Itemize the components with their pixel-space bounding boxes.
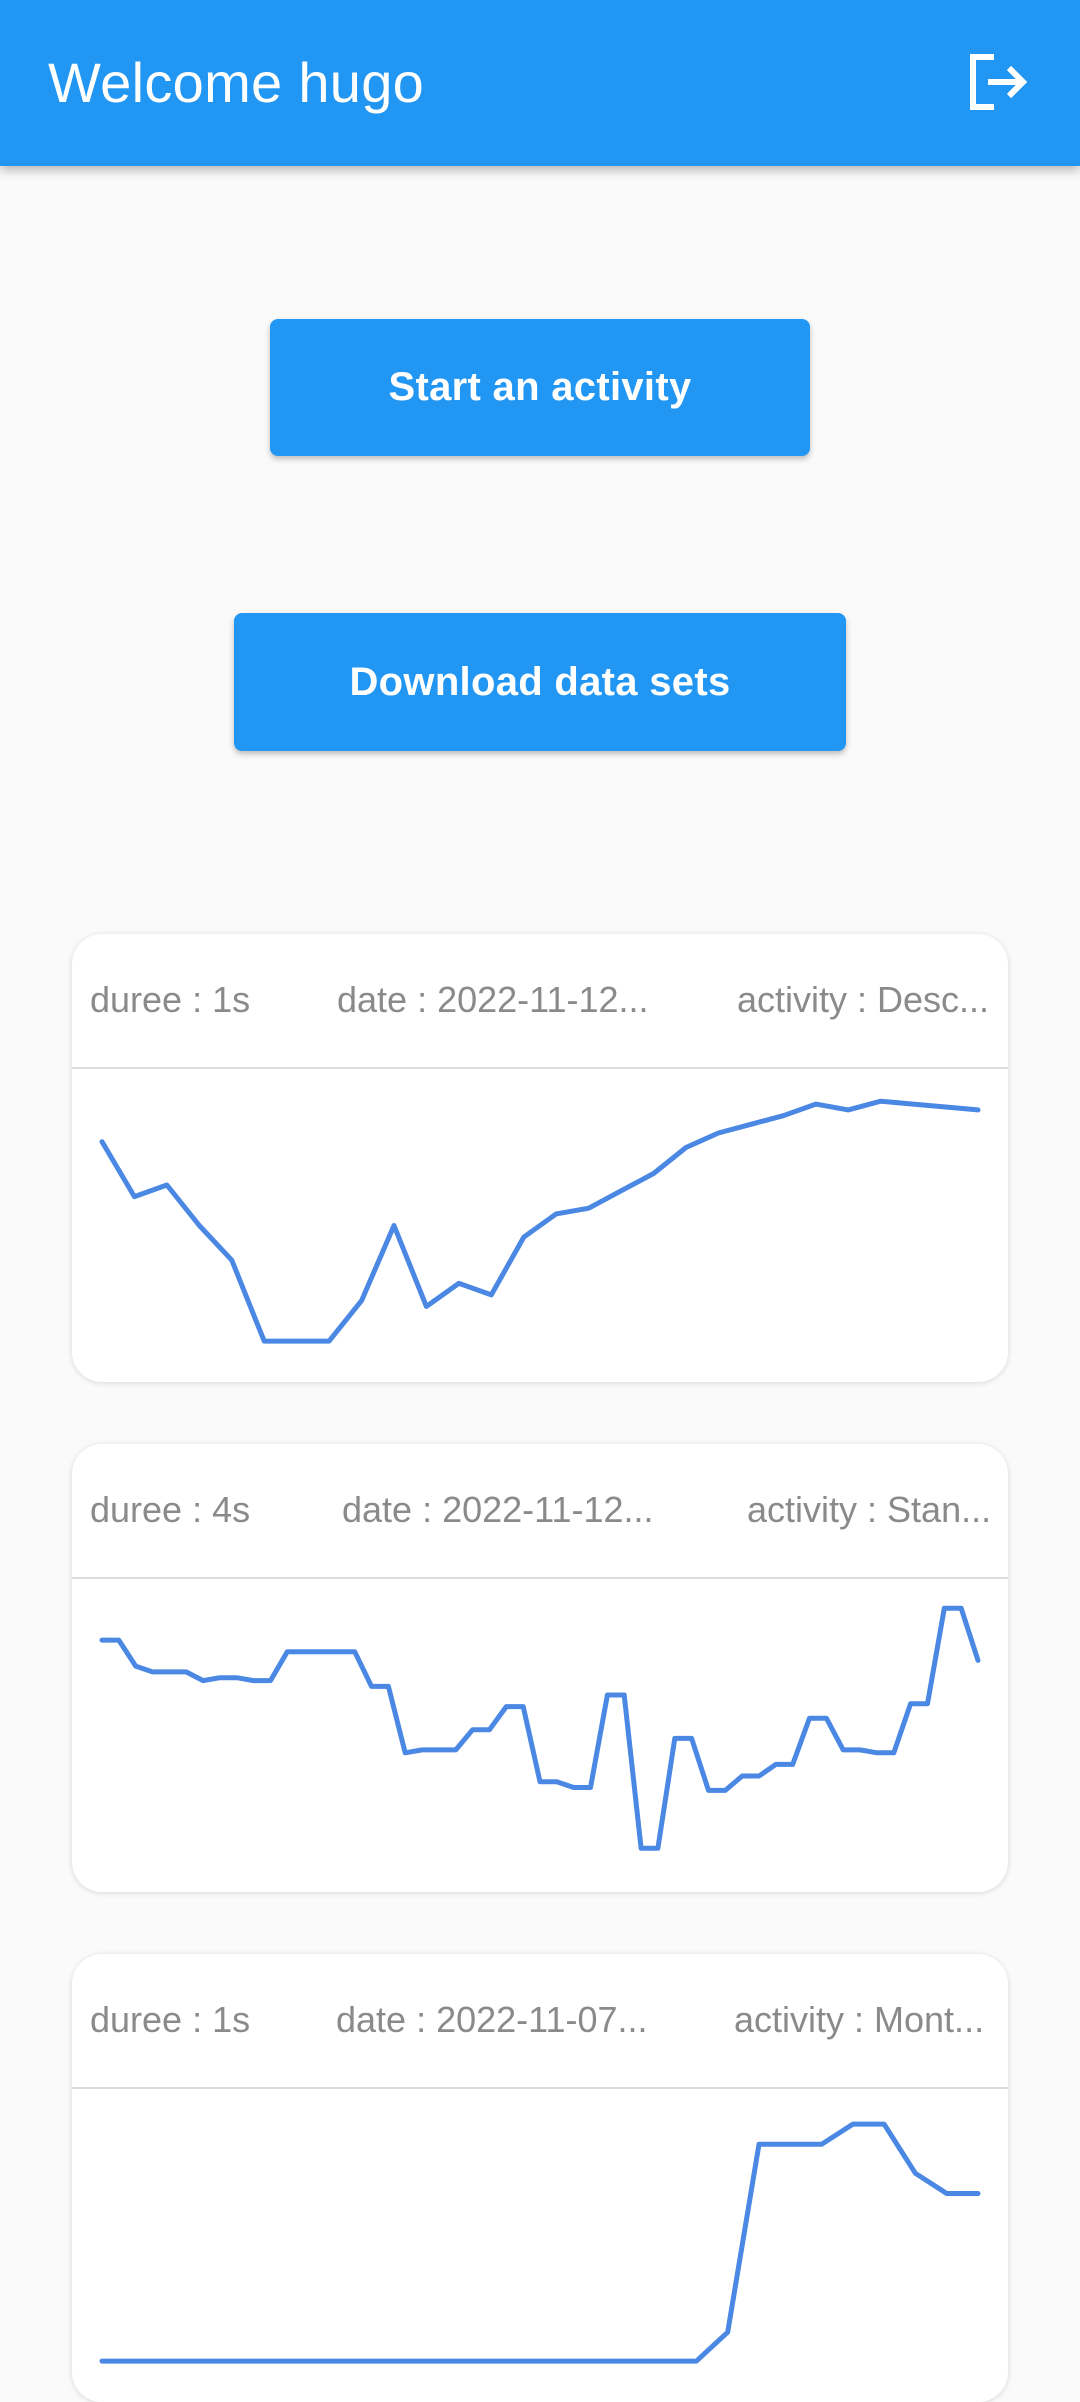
activity-signal-chart <box>72 1579 1008 1892</box>
signal-line <box>99 2121 981 2364</box>
logout-icon <box>966 52 1030 117</box>
activity-card-header: duree : 1s date : 2022-11-07... activity… <box>72 1954 1008 2089</box>
activity-card[interactable]: duree : 1s date : 2022-11-12... activity… <box>72 934 1008 1382</box>
signal-line <box>99 1605 981 1851</box>
start-activity-button[interactable]: Start an activity <box>270 319 810 456</box>
signal-line <box>99 1098 981 1344</box>
activity-duration: duree : 1s <box>90 979 251 1020</box>
activity-signal-chart <box>72 1069 1008 1382</box>
activity-type: activity : Mont... <box>734 1999 985 2040</box>
activity-card[interactable]: duree : 4s date : 2022-11-12... activity… <box>72 1444 1008 1892</box>
app-bar: Welcome hugo <box>0 0 1080 166</box>
activity-card[interactable]: duree : 1s date : 2022-11-07... activity… <box>72 1954 1008 2402</box>
activity-signal-plot <box>99 1098 981 1344</box>
activity-type: activity : Stan... <box>747 1489 992 1530</box>
logout-button[interactable] <box>960 46 1036 122</box>
activity-duration: duree : 4s <box>90 1489 251 1530</box>
activity-signal-plot <box>99 1605 981 1851</box>
activity-signal-chart <box>72 2089 1008 2402</box>
activity-signal-plot <box>99 2121 981 2364</box>
activity-date: date : 2022-11-12... <box>337 979 649 1020</box>
activity-duration: duree : 1s <box>90 1999 251 2040</box>
activity-type: activity : Desc... <box>737 979 990 1020</box>
app-title: Welcome hugo <box>48 51 425 114</box>
download-data-sets-button[interactable]: Download data sets <box>234 613 846 751</box>
activity-card-header: duree : 4s date : 2022-11-12... activity… <box>72 1444 1008 1579</box>
activity-date: date : 2022-11-12... <box>342 1489 654 1530</box>
activity-date: date : 2022-11-07... <box>336 1999 648 2040</box>
activity-card-header: duree : 1s date : 2022-11-12... activity… <box>72 934 1008 1069</box>
